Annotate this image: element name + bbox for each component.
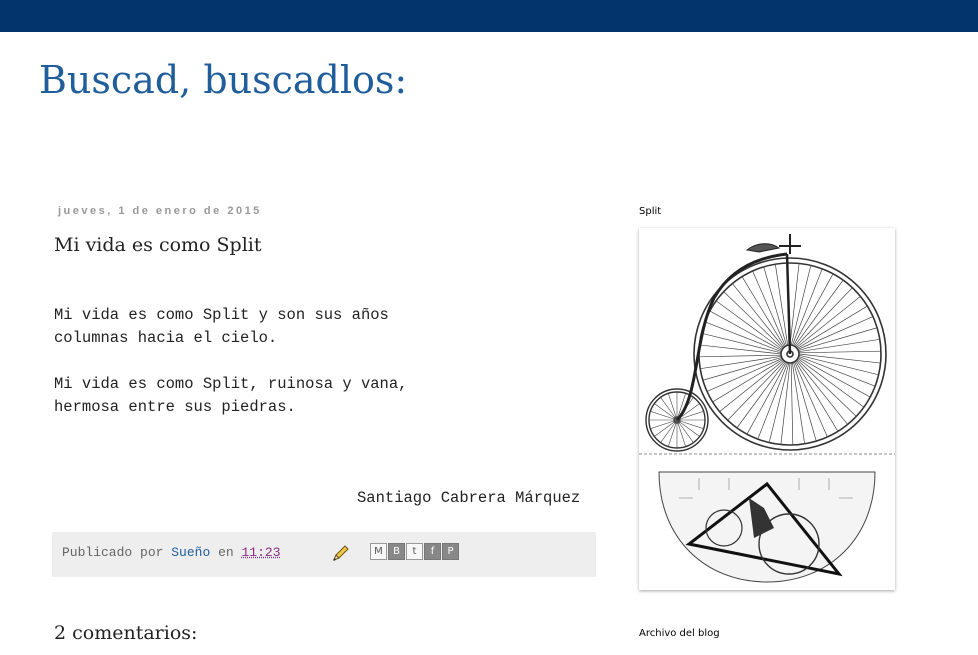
facebook-icon[interactable]: f <box>424 543 441 560</box>
penny-farthing-image[interactable] <box>639 228 895 590</box>
post-signature: Santiago Cabrera Márquez <box>357 489 581 507</box>
post-body: Mi vida es como Split y son sus años col… <box>54 304 599 442</box>
twitter-icon[interactable]: t <box>406 543 423 560</box>
author-link[interactable]: Sueño <box>171 545 210 560</box>
stanza-line: Mi vida es como Split y son sus años <box>54 306 389 324</box>
share-buttons: M B t f P <box>370 543 459 560</box>
stanza-line: columnas hacia el cielo. <box>54 329 278 347</box>
image-widget-title: Split <box>639 206 662 217</box>
top-bar <box>0 0 978 32</box>
blogger-icon[interactable]: B <box>388 543 405 560</box>
post-title[interactable]: Mi vida es como Split <box>54 234 262 256</box>
stanza-line: hermosa entre sus piedras. <box>54 398 296 416</box>
post-date: jueves, 1 de enero de 2015 <box>58 205 262 217</box>
stanza-2: Mi vida es como Split, ruinosa y vana, h… <box>54 373 599 419</box>
email-icon[interactable]: M <box>370 543 387 560</box>
pinterest-icon[interactable]: P <box>442 543 459 560</box>
stanza-line: Mi vida es como Split, ruinosa y vana, <box>54 375 408 393</box>
pencil-icon[interactable] <box>330 544 350 564</box>
post-byline: Publicado por Sueño en 11:23 <box>62 545 281 560</box>
post-time-link[interactable]: 11:23 <box>241 545 280 560</box>
in-label: en <box>218 545 234 560</box>
archive-widget-title: Archivo del blog <box>639 628 720 639</box>
comments-heading: 2 comentarios: <box>54 622 198 644</box>
post-footer: Publicado por Sueño en 11:23 M B t f P <box>52 532 596 577</box>
published-by-label: Publicado por <box>62 545 164 560</box>
stanza-1: Mi vida es como Split y son sus años col… <box>54 304 599 350</box>
blog-title[interactable]: Buscad, buscadlos: <box>39 58 407 102</box>
